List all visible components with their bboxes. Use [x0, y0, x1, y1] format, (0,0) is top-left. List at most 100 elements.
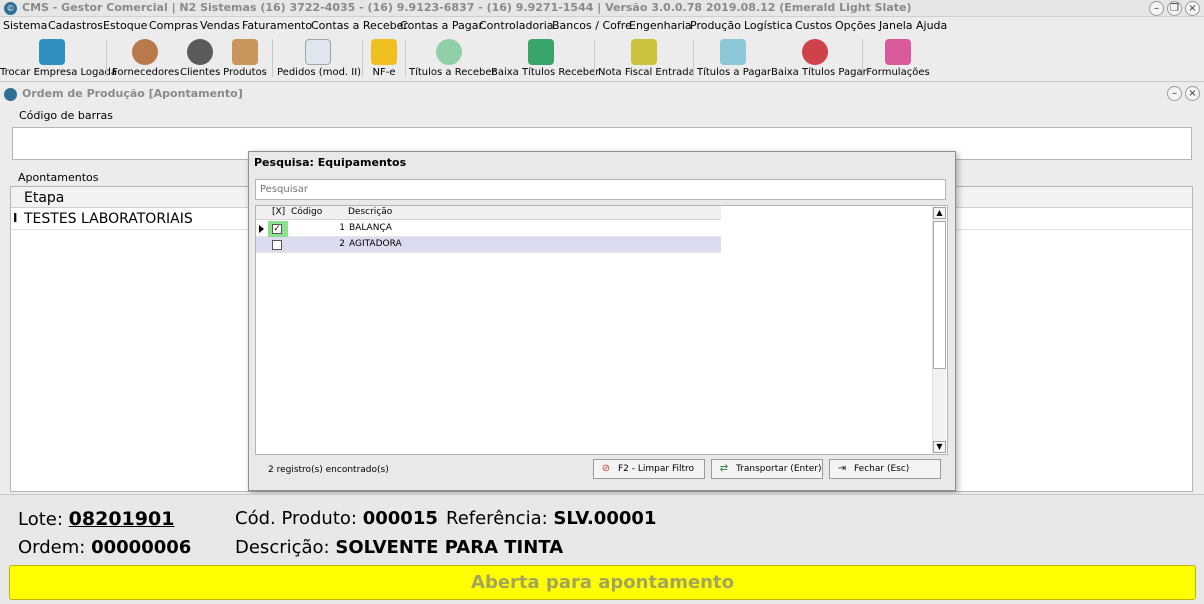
child-window-titlebar: Ordem de Produção [Apontamento] – × — [0, 85, 1204, 103]
referencia-info: Referência: SLV.00001 — [446, 508, 656, 529]
cod-produto-info: Cód. Produto: 000015 — [235, 508, 438, 529]
menu-controladoria[interactable]: Controladoria — [479, 19, 554, 32]
restore-icon[interactable]: ❐ — [1167, 1, 1182, 16]
close-icon[interactable]: × — [1185, 1, 1200, 16]
descricao-value: SOLVENTE PARA TINTA — [335, 537, 564, 558]
menu-sistema[interactable]: Sistema — [3, 19, 47, 32]
status-banner: Aberta para apontamento — [9, 565, 1196, 600]
receivables-icon — [436, 39, 462, 65]
lote-label: Lote: — [18, 509, 63, 530]
menu-estoque[interactable]: Estoque — [103, 19, 147, 32]
toolbar-produtos[interactable]: Produtos — [222, 35, 268, 82]
column-etapa[interactable]: Etapa — [24, 190, 64, 206]
equipment-list: [X] Código Descrição ✓ 1 BALANÇA 2 AGITA… — [255, 205, 948, 455]
app-logo-icon: © — [4, 2, 17, 15]
menu-cadastros[interactable]: Cadastros — [48, 19, 103, 32]
checkbox-checked[interactable]: ✓ — [272, 224, 282, 234]
money-icon — [528, 39, 554, 65]
checkbox-unchecked[interactable] — [272, 240, 282, 250]
exit-icon: ⇥ — [837, 463, 847, 474]
toolbar-baixa-titulos-pagar[interactable]: Baixa Títulos Pagar — [771, 35, 867, 82]
building-icon — [39, 39, 65, 65]
menu-faturamento[interactable]: Faturamento — [242, 19, 312, 32]
document-icon — [305, 39, 331, 65]
toolbar-baixa-titulos-receber[interactable]: Baixa Títulos Receber — [491, 35, 599, 82]
checkbox-cell[interactable] — [268, 237, 288, 253]
invoice-icon — [371, 39, 397, 65]
scroll-thumb[interactable] — [933, 221, 946, 369]
table-row[interactable]: ✓ 1 BALANÇA — [256, 221, 721, 237]
toolbar-pedidos[interactable]: Pedidos (mod. II) — [277, 35, 361, 82]
menu-engenharia[interactable]: Engenharia — [629, 19, 692, 32]
transport-icon: ⇄ — [719, 463, 729, 474]
toolbar: Trocar Empresa Logada Fornecedores Clien… — [0, 35, 1204, 82]
child-minimize-icon[interactable]: – — [1167, 86, 1182, 101]
toolbar-separator — [362, 39, 363, 77]
etapa-cell[interactable]: TESTES LABORATORIAIS — [24, 211, 193, 227]
toolbar-separator — [272, 39, 273, 77]
row-indicator: I — [13, 211, 18, 225]
menu-vendas[interactable]: Vendas — [200, 19, 240, 32]
clients-icon — [187, 39, 213, 65]
scroll-down-icon[interactable]: ▼ — [933, 441, 946, 453]
transport-button[interactable]: ⇄ Transportar (Enter) — [711, 459, 823, 479]
cod-produto-label: Cód. Produto: — [235, 508, 357, 529]
toolbar-titulos-receber[interactable]: Títulos a Receber — [409, 35, 496, 82]
toolbar-separator — [693, 39, 694, 77]
search-input[interactable] — [256, 180, 945, 199]
column-code[interactable]: Código — [291, 207, 322, 217]
toolbar-titulos-pagar[interactable]: Títulos a Pagar — [697, 35, 771, 82]
toolbar-separator — [862, 39, 863, 77]
menu-custos[interactable]: Custos — [795, 19, 832, 32]
scroll-up-icon[interactable]: ▲ — [933, 207, 946, 219]
clear-filter-button[interactable]: ⊘ F2 - Limpar Filtro — [593, 459, 705, 479]
close-dialog-button[interactable]: ⇥ Fechar (Esc) — [829, 459, 941, 479]
referencia-value: SLV.00001 — [553, 508, 657, 529]
toolbar-nota-fiscal-entrada[interactable]: Nota Fiscal Entrada — [598, 35, 695, 82]
menu-bar: Sistema Cadastros Estoque Compras Vendas… — [0, 17, 1204, 35]
checkbox-cell[interactable]: ✓ — [268, 221, 288, 237]
descricao-label: Descrição: — [235, 537, 330, 558]
menu-producao[interactable]: Produção — [690, 19, 741, 32]
record-count: 2 registro(s) encontrado(s) — [268, 465, 389, 475]
suppliers-icon — [132, 39, 158, 65]
table-row[interactable]: 2 AGITADORA — [256, 237, 721, 253]
referencia-label: Referência: — [446, 508, 548, 529]
toolbar-nfe[interactable]: NF-e — [366, 35, 402, 82]
descricao-info: Descrição: SOLVENTE PARA TINTA — [235, 537, 563, 558]
lote-info: Lote: 08201901 — [18, 508, 174, 530]
app-title: CMS - Gestor Comercial | N2 Sistemas (16… — [22, 1, 912, 14]
toolbar-trocar-empresa[interactable]: Trocar Empresa Logada — [0, 35, 117, 82]
toolbar-separator — [405, 39, 406, 77]
vertical-scrollbar[interactable]: ▲ ▼ — [932, 207, 946, 453]
column-desc[interactable]: Descrição — [348, 207, 392, 217]
menu-opcoes[interactable]: Opções — [835, 19, 876, 32]
binders-icon — [631, 39, 657, 65]
apontamentos-label: Apontamentos — [18, 171, 99, 184]
toolbar-clientes[interactable]: Clientes — [180, 35, 220, 82]
cod-produto-value: 000015 — [362, 508, 438, 529]
dialog-title: Pesquisa: Equipamentos — [254, 156, 407, 169]
menu-logistica[interactable]: Logística — [744, 19, 793, 32]
code-cell: 1 — [339, 223, 345, 233]
card-icon — [802, 39, 828, 65]
flask-icon — [885, 39, 911, 65]
menu-contas-pagar[interactable]: Contas a Pagar — [400, 19, 483, 32]
toolbar-separator — [594, 39, 595, 77]
toolbar-fornecedores[interactable]: Fornecedores — [112, 35, 179, 82]
search-dialog: Pesquisa: Equipamentos [X] Código Descri… — [248, 151, 956, 491]
menu-compras[interactable]: Compras — [149, 19, 198, 32]
minimize-icon[interactable]: – — [1149, 1, 1164, 16]
ordem-label: Ordem: — [18, 537, 86, 558]
menu-contas-receber[interactable]: Contas a Receber — [311, 19, 408, 32]
menu-bancos-cofre[interactable]: Bancos / Cofre — [552, 19, 632, 32]
menu-ajuda[interactable]: Ajuda — [916, 19, 947, 32]
search-field[interactable] — [255, 179, 946, 200]
code-cell: 2 — [339, 239, 345, 249]
menu-janela[interactable]: Janela — [879, 19, 913, 32]
child-close-icon[interactable]: × — [1185, 86, 1200, 101]
desc-cell: AGITADORA — [349, 239, 402, 249]
column-check[interactable]: [X] — [272, 207, 285, 217]
ordem-value: 00000006 — [91, 537, 192, 558]
toolbar-formulacoes[interactable]: Formulações — [866, 35, 930, 82]
